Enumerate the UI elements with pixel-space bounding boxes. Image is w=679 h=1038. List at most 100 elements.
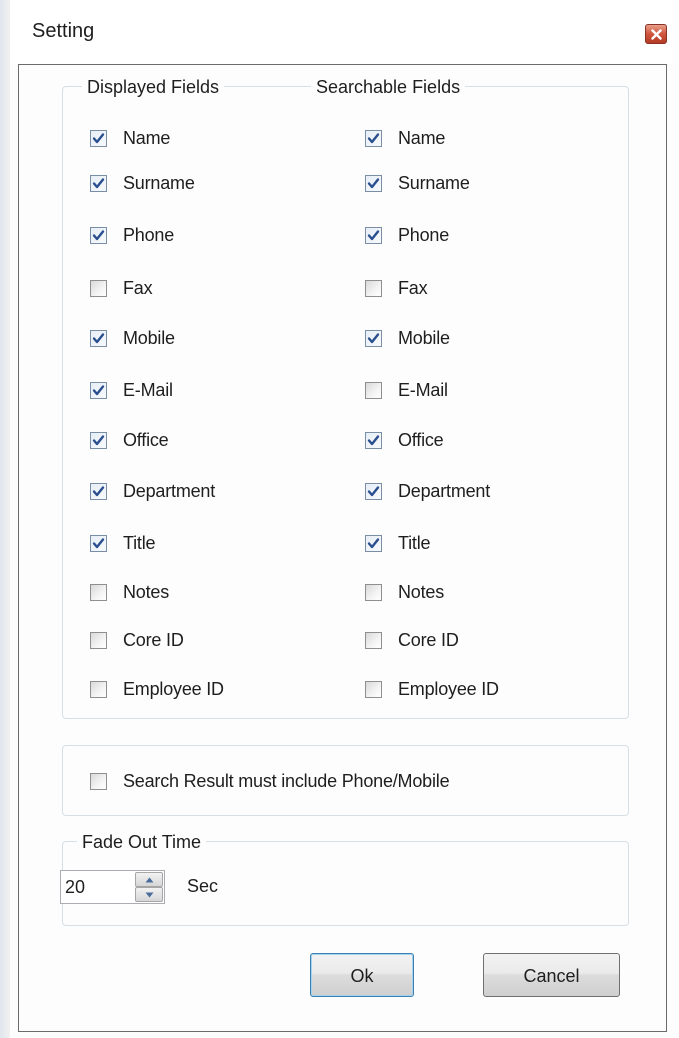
close-button[interactable] — [645, 24, 667, 44]
check-mark-icon — [92, 434, 105, 445]
displayed-field-item[interactable]: E-Mail — [90, 377, 173, 403]
settings-window: Setting Displayed Fields Searchable Fiel… — [0, 0, 679, 1038]
searchable-field-item[interactable]: E-Mail — [365, 377, 448, 403]
searchable-field-checkbox[interactable] — [365, 431, 382, 449]
searchable-field-item[interactable]: Core ID — [365, 627, 459, 653]
searchable-field-label: Phone — [398, 224, 450, 245]
searchable-field-item[interactable]: Employee ID — [365, 676, 499, 702]
displayed-field-checkbox[interactable] — [90, 631, 107, 649]
displayed-field-item[interactable]: Employee ID — [90, 676, 224, 702]
displayed-field-checkbox[interactable] — [90, 680, 107, 698]
displayed-field-label: E-Mail — [123, 379, 173, 400]
displayed-field-checkbox[interactable] — [90, 431, 107, 449]
fade-out-value[interactable]: 20 — [65, 877, 85, 898]
spinner-buttons — [135, 872, 163, 902]
searchable-field-label: Title — [398, 532, 431, 553]
check-mark-icon — [92, 384, 105, 395]
searchable-fields-legend: Searchable Fields — [311, 76, 466, 98]
displayed-field-checkbox[interactable] — [90, 226, 107, 244]
displayed-field-checkbox[interactable] — [90, 129, 107, 147]
arrow-up-icon — [145, 877, 154, 883]
searchable-field-checkbox[interactable] — [365, 482, 382, 500]
displayed-field-label: Phone — [123, 224, 175, 245]
displayed-field-item[interactable]: Name — [90, 125, 170, 151]
check-mark-icon — [367, 434, 380, 445]
displayed-field-checkbox[interactable] — [90, 482, 107, 500]
search-result-label: Search Result must include Phone/Mobile — [123, 770, 450, 791]
cancel-button[interactable]: Cancel — [483, 953, 620, 997]
searchable-field-checkbox[interactable] — [365, 279, 382, 297]
check-mark-icon — [367, 132, 380, 143]
displayed-fields-legend: Displayed Fields — [82, 76, 225, 98]
search-result-option[interactable]: Search Result must include Phone/Mobile — [90, 768, 450, 794]
searchable-field-label: Employee ID — [398, 678, 499, 699]
displayed-field-label: Title — [123, 532, 156, 553]
displayed-field-label: Office — [123, 429, 169, 450]
searchable-field-label: Fax — [398, 277, 428, 298]
displayed-field-item[interactable]: Core ID — [90, 627, 184, 653]
displayed-field-label: Core ID — [123, 629, 184, 650]
displayed-field-label: Fax — [123, 277, 153, 298]
check-mark-icon — [367, 177, 380, 188]
check-mark-icon — [92, 485, 105, 496]
searchable-field-checkbox[interactable] — [365, 174, 382, 192]
search-result-checkbox[interactable] — [90, 772, 107, 790]
check-mark-icon — [367, 229, 380, 240]
searchable-field-item[interactable]: Mobile — [365, 325, 450, 351]
spin-down-button[interactable] — [135, 887, 163, 902]
window-title: Setting — [32, 20, 95, 42]
displayed-field-checkbox[interactable] — [90, 583, 107, 601]
displayed-field-item[interactable]: Fax — [90, 275, 153, 301]
displayed-field-label: Name — [123, 127, 171, 148]
displayed-field-checkbox[interactable] — [90, 381, 107, 399]
searchable-field-item[interactable]: Surname — [365, 170, 470, 196]
displayed-field-label: Mobile — [123, 327, 175, 348]
displayed-field-item[interactable]: Office — [90, 427, 169, 453]
fade-out-legend: Fade Out Time — [77, 831, 207, 853]
searchable-field-label: Name — [398, 127, 446, 148]
searchable-field-label: Notes — [398, 581, 445, 602]
displayed-field-checkbox[interactable] — [90, 534, 107, 552]
displayed-field-item[interactable]: Phone — [90, 222, 174, 248]
searchable-field-label: Department — [398, 480, 491, 501]
displayed-field-item[interactable]: Mobile — [90, 325, 175, 351]
check-mark-icon — [367, 332, 380, 343]
searchable-field-checkbox[interactable] — [365, 583, 382, 601]
searchable-field-checkbox[interactable] — [365, 631, 382, 649]
displayed-field-checkbox[interactable] — [90, 329, 107, 347]
searchable-field-item[interactable]: Name — [365, 125, 445, 151]
searchable-field-checkbox[interactable] — [365, 381, 382, 399]
check-mark-icon — [92, 537, 105, 548]
searchable-field-checkbox[interactable] — [365, 329, 382, 347]
searchable-field-checkbox[interactable] — [365, 534, 382, 552]
close-icon — [651, 29, 662, 40]
searchable-field-label: Core ID — [398, 629, 459, 650]
searchable-field-item[interactable]: Title — [365, 530, 431, 556]
searchable-field-item[interactable]: Notes — [365, 579, 444, 605]
displayed-field-item[interactable]: Notes — [90, 579, 169, 605]
searchable-field-label: Office — [398, 429, 444, 450]
check-mark-icon — [367, 537, 380, 548]
searchable-field-item[interactable]: Fax — [365, 275, 428, 301]
displayed-field-checkbox[interactable] — [90, 279, 107, 297]
searchable-field-item[interactable]: Phone — [365, 222, 449, 248]
displayed-field-label: Surname — [123, 172, 195, 193]
title-bar[interactable]: Setting — [10, 0, 679, 64]
ok-button[interactable]: Ok — [310, 953, 414, 997]
searchable-field-checkbox[interactable] — [365, 680, 382, 698]
spin-up-button[interactable] — [135, 872, 163, 887]
searchable-field-checkbox[interactable] — [365, 129, 382, 147]
displayed-field-item[interactable]: Department — [90, 478, 215, 504]
searchable-field-item[interactable]: Department — [365, 478, 490, 504]
searchable-field-item[interactable]: Office — [365, 427, 444, 453]
displayed-field-label: Department — [123, 480, 216, 501]
fade-out-spinner[interactable]: 20 — [60, 870, 165, 904]
check-mark-icon — [92, 177, 105, 188]
fade-out-unit: Sec — [187, 876, 219, 896]
displayed-field-label: Employee ID — [123, 678, 224, 699]
searchable-field-label: Surname — [398, 172, 470, 193]
displayed-field-checkbox[interactable] — [90, 174, 107, 192]
searchable-field-checkbox[interactable] — [365, 226, 382, 244]
displayed-field-item[interactable]: Surname — [90, 170, 195, 196]
displayed-field-item[interactable]: Title — [90, 530, 156, 556]
